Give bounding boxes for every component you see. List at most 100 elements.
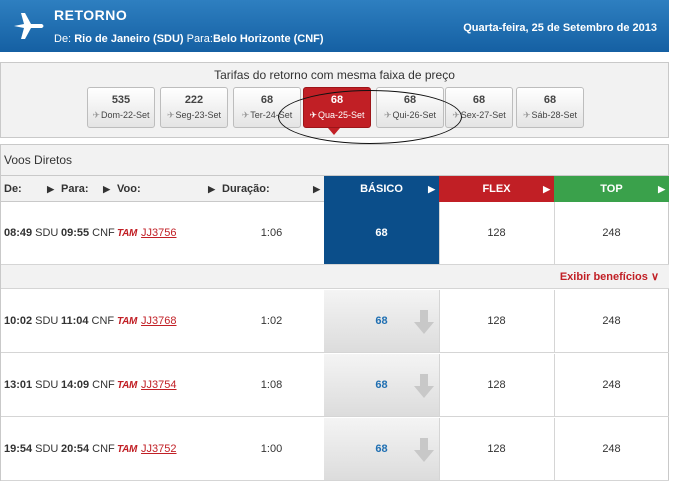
tam-logo: TAM bbox=[117, 227, 138, 239]
arrival-airport: CNF bbox=[92, 379, 115, 391]
departure: 08:49 SDU bbox=[4, 202, 58, 264]
fare-day-label: ✈Sáb-28-Set bbox=[517, 110, 583, 121]
sort-arrow-icon: ▶ bbox=[47, 184, 54, 194]
flex-fare-cell[interactable]: 128 bbox=[439, 202, 554, 264]
flight-duration: 1:00 bbox=[260, 443, 283, 455]
departure: 10:02 SDU bbox=[4, 290, 58, 352]
fare-day-date: Sex-27-Set bbox=[460, 110, 506, 120]
arrival-time: 14:09 bbox=[61, 379, 90, 391]
header-voo[interactable]: Voo: ▶ bbox=[114, 176, 219, 202]
airplane-icon: ✈ bbox=[92, 110, 101, 120]
section-title: RETORNO bbox=[54, 7, 128, 23]
basico-price: 68 bbox=[375, 443, 388, 455]
sort-arrow-icon: ▶ bbox=[428, 184, 435, 194]
header-basico[interactable]: BÁSICO ▶ bbox=[324, 176, 439, 202]
airplane-icon: ✈ bbox=[522, 110, 531, 120]
arrival-time: 20:54 bbox=[61, 443, 90, 455]
flight-number-link[interactable]: JJ3768 bbox=[141, 315, 176, 327]
departure-airport: SDU bbox=[35, 315, 59, 327]
flight-duration: 1:02 bbox=[260, 315, 283, 327]
benefits-bar: Exibir benefícios ∨ bbox=[1, 265, 669, 289]
fare-day-price: 222 bbox=[184, 94, 204, 106]
route-info: De: Rio de Janeiro (SDU) Para:Belo Horiz… bbox=[54, 33, 324, 45]
basico-fare-cell[interactable]: 68 bbox=[324, 202, 439, 264]
show-benefits-label: Exibir benefícios bbox=[559, 271, 648, 283]
fare-calendar-title: Tarifas do retorno com mesma faixa de pr… bbox=[214, 68, 455, 82]
flights-table: Voos Diretos De: ▶ Para: ▶ Voo: ▶ Duração: ▶… bbox=[0, 144, 669, 481]
travel-date: Quarta-feira, 25 de Setembro de 2013 bbox=[463, 22, 657, 34]
departure-time: 19:54 bbox=[4, 443, 33, 455]
flight-row: 13:01 SDU 14:09 CNF TAM JJ3754 1:08 68 128 248 bbox=[1, 354, 669, 417]
top-fare-cell[interactable]: 248 bbox=[554, 202, 669, 264]
airplane-icon bbox=[14, 13, 44, 39]
departure-airport: SDU bbox=[35, 379, 59, 391]
top-fare-cell[interactable]: 248 bbox=[554, 290, 669, 352]
header-duracao-label: Duração: bbox=[222, 183, 270, 195]
fare-day-price: 68 bbox=[472, 94, 486, 106]
departure-time: 10:02 bbox=[4, 315, 33, 327]
header-top-label: TOP bbox=[600, 183, 623, 195]
sort-arrow-icon: ▶ bbox=[313, 184, 320, 194]
fare-day-button[interactable]: 535 ✈Dom-22-Set bbox=[87, 87, 155, 128]
basico-fare-cell[interactable]: 68 bbox=[324, 290, 439, 352]
header-basico-label: BÁSICO bbox=[360, 183, 403, 195]
show-benefits-link[interactable]: Exibir benefícios ∨ bbox=[560, 270, 659, 283]
flight-number-cell: TAM JJ3756 bbox=[117, 202, 219, 264]
flex-fare-cell[interactable]: 128 bbox=[439, 290, 554, 352]
departure: 13:01 SDU bbox=[4, 354, 58, 416]
fare-day-price: 535 bbox=[111, 94, 131, 106]
origin-airport: Rio de Janeiro (SDU) bbox=[74, 33, 184, 45]
fare-day-label: ✈Seg-23-Set bbox=[161, 110, 227, 121]
airplane-icon: ✈ bbox=[241, 110, 250, 120]
header-para[interactable]: Para: ▶ bbox=[58, 176, 114, 202]
header-voo-label: Voo: bbox=[117, 183, 141, 195]
to-label: Para: bbox=[186, 33, 213, 45]
arrow-down-icon bbox=[414, 437, 434, 462]
flight-number-link[interactable]: JJ3754 bbox=[141, 379, 176, 391]
arrival-time: 11:04 bbox=[61, 315, 89, 327]
header-flex[interactable]: FLEX ▶ bbox=[439, 176, 554, 202]
basico-price: 68 bbox=[375, 227, 388, 239]
basico-fare-cell[interactable]: 68 bbox=[324, 354, 439, 416]
arrival: 14:09 CNF bbox=[61, 354, 115, 416]
flight-row: 10:02 SDU 11:04 CNF TAM JJ3768 1:02 68 128 248 bbox=[1, 290, 669, 353]
departure-time: 13:01 bbox=[4, 379, 33, 391]
fare-day-price: 68 bbox=[543, 94, 557, 106]
flex-fare-cell[interactable]: 128 bbox=[439, 418, 554, 480]
header-duracao[interactable]: Duração: ▶ bbox=[219, 176, 324, 202]
departure-airport: SDU bbox=[35, 443, 59, 455]
header-de[interactable]: De: ▶ bbox=[1, 176, 58, 202]
departure-airport: SDU bbox=[35, 227, 59, 239]
fare-day-button[interactable]: 222 ✈Seg-23-Set bbox=[160, 87, 228, 128]
flight-number-cell: TAM JJ3768 bbox=[117, 290, 219, 352]
flight-number-link[interactable]: JJ3752 bbox=[141, 443, 176, 455]
header-para-label: Para: bbox=[61, 183, 89, 195]
arrival-airport: CNF bbox=[92, 443, 115, 455]
sort-arrow-icon: ▶ bbox=[103, 184, 110, 194]
chevron-down-icon: ∨ bbox=[650, 271, 659, 283]
flex-fare-cell[interactable]: 128 bbox=[439, 354, 554, 416]
flight-duration: 1:06 bbox=[260, 227, 283, 239]
departure-time: 08:49 bbox=[4, 227, 33, 239]
header-flex-label: FLEX bbox=[482, 183, 511, 195]
sort-arrow-icon: ▶ bbox=[208, 184, 215, 194]
fare-day-date: Sáb-28-Set bbox=[531, 110, 578, 120]
fare-day-button[interactable]: 68 ✈Sáb-28-Set bbox=[516, 87, 584, 128]
top-fare-cell[interactable]: 248 bbox=[554, 354, 669, 416]
basico-fare-cell[interactable]: 68 bbox=[324, 418, 439, 480]
flight-number-cell: TAM JJ3752 bbox=[117, 418, 219, 480]
return-header: RETORNO De: Rio de Janeiro (SDU) Para:Be… bbox=[0, 0, 669, 52]
fare-day-date: Seg-23-Set bbox=[175, 110, 222, 120]
flight-duration: 1:08 bbox=[260, 379, 283, 391]
header-top[interactable]: TOP ▶ bbox=[554, 176, 669, 202]
arrival-airport: CNF bbox=[91, 315, 115, 327]
flight-row: 19:54 SDU 20:54 CNF TAM JJ3752 1:00 68 128 248 bbox=[1, 418, 669, 481]
arrival: 09:55 CNF bbox=[61, 202, 115, 264]
top-fare-cell[interactable]: 248 bbox=[554, 418, 669, 480]
arrival: 11:04 CNF bbox=[61, 290, 114, 352]
arrow-down-icon bbox=[414, 373, 434, 398]
flight-number-link[interactable]: JJ3756 bbox=[141, 227, 176, 239]
basico-price: 68 bbox=[375, 315, 388, 327]
basico-price: 68 bbox=[375, 379, 388, 391]
tam-logo: TAM bbox=[117, 443, 138, 455]
